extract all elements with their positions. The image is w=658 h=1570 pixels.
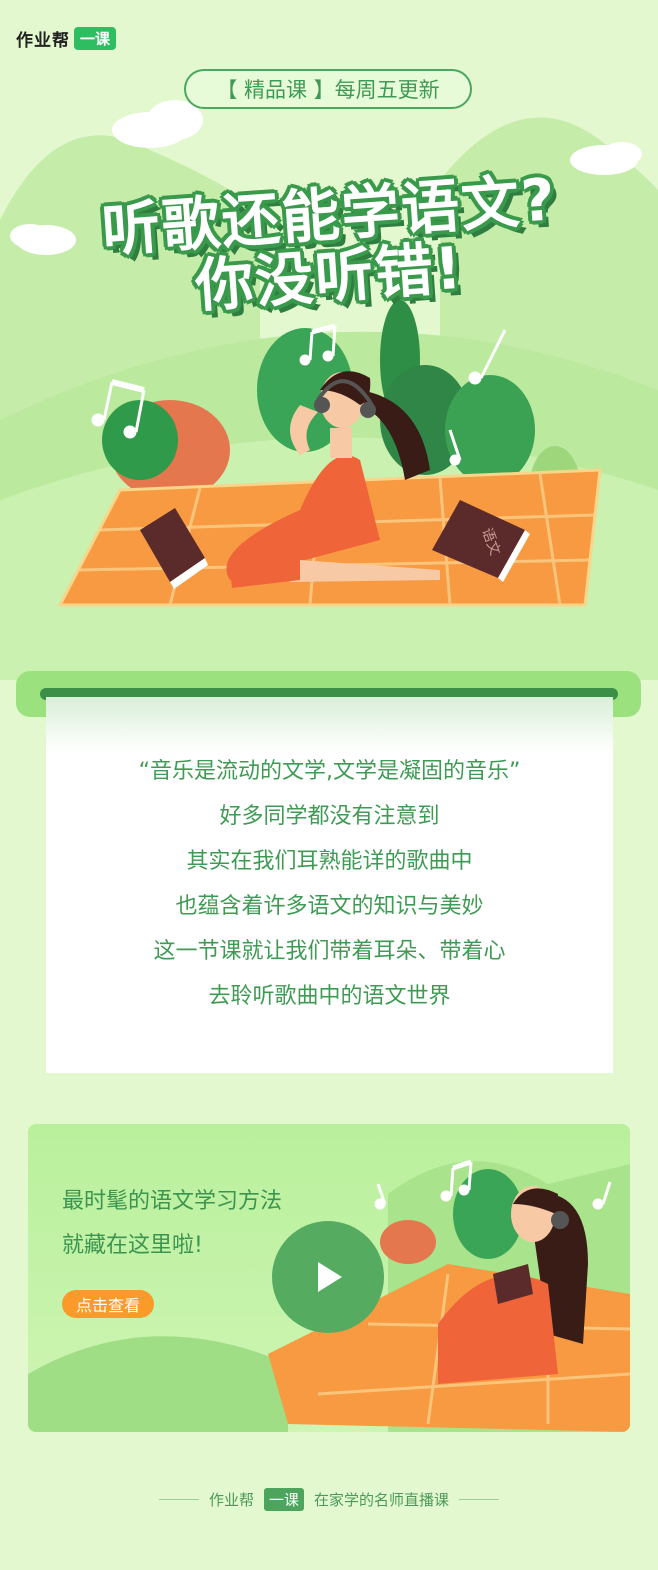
intro-card: “音乐是流动的文学,文学是凝固的音乐” 好多同学都没有注意到 其实在我们耳熟能详… [46,697,613,1073]
intro-line: 其实在我们耳熟能详的歌曲中 [186,849,473,874]
video-caption-line-2: 就藏在这里啦! [62,1233,203,1258]
view-button[interactable]: 点击查看 [62,1290,154,1318]
video-caption: 最时髦的语文学习方法 就藏在这里啦! [62,1180,282,1268]
video-caption-line-1: 最时髦的语文学习方法 [62,1189,283,1214]
intro-line: “音乐是流动的文学,文学是凝固的音乐” [138,759,521,784]
brand-logo: 作业帮 一课 [16,26,117,51]
intro-text: “音乐是流动的文学,文学是凝固的音乐” 好多同学都没有注意到 其实在我们耳熟能详… [46,749,613,1019]
intro-line: 去聆听歌曲中的语文世界 [208,984,451,1009]
course-tag: 【 精品课 】每周五更新 [184,69,472,109]
footer-badge: 一课 [263,1488,304,1511]
footer-slogan: 在家学的名师直播课 [314,1491,450,1509]
footer: 作业帮 一课 在家学的名师直播课 [0,1488,658,1511]
play-icon [318,1262,342,1292]
intro-line: 也蕴含着许多语文的知识与美妙 [175,894,484,919]
footer-divider-right [459,1499,500,1500]
brand-name: 作业帮 [16,31,70,51]
footer-brand: 作业帮 [208,1491,254,1509]
play-button[interactable] [272,1221,384,1333]
brand-badge: 一课 [74,27,117,50]
footer-divider-left [158,1499,199,1500]
intro-line: 这一节课就让我们带着耳朵、带着心 [153,939,506,964]
intro-line: 好多同学都没有注意到 [219,804,440,829]
